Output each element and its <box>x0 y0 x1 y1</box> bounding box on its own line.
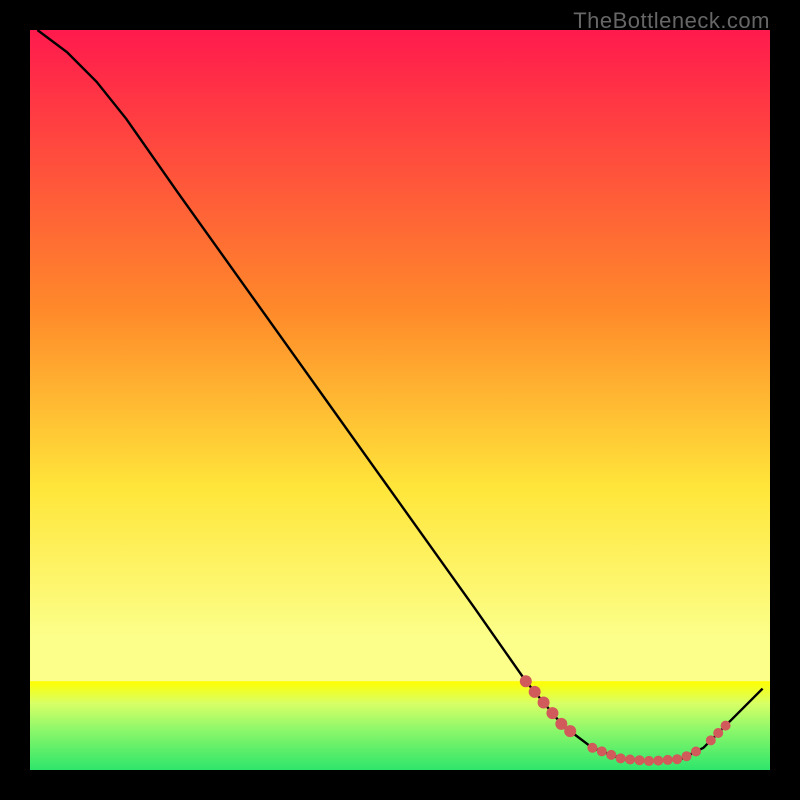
data-marker <box>634 755 644 765</box>
data-marker <box>713 728 723 738</box>
data-marker <box>538 697 550 709</box>
data-marker <box>529 686 541 698</box>
data-marker <box>587 743 597 753</box>
data-marker <box>706 735 716 745</box>
chart-svg <box>30 30 770 770</box>
data-marker <box>721 721 731 731</box>
data-marker <box>691 747 701 757</box>
data-marker <box>546 707 558 719</box>
data-marker <box>597 746 607 756</box>
data-marker <box>644 756 654 766</box>
data-marker <box>616 753 626 763</box>
data-marker <box>653 756 663 766</box>
data-marker <box>672 754 682 764</box>
data-marker <box>520 675 532 687</box>
data-marker <box>625 755 635 765</box>
data-marker <box>682 751 692 761</box>
plot-area <box>30 30 770 770</box>
data-marker <box>606 750 616 760</box>
chart-frame: TheBottleneck.com <box>0 0 800 800</box>
data-marker <box>564 725 576 737</box>
data-marker <box>663 755 673 765</box>
